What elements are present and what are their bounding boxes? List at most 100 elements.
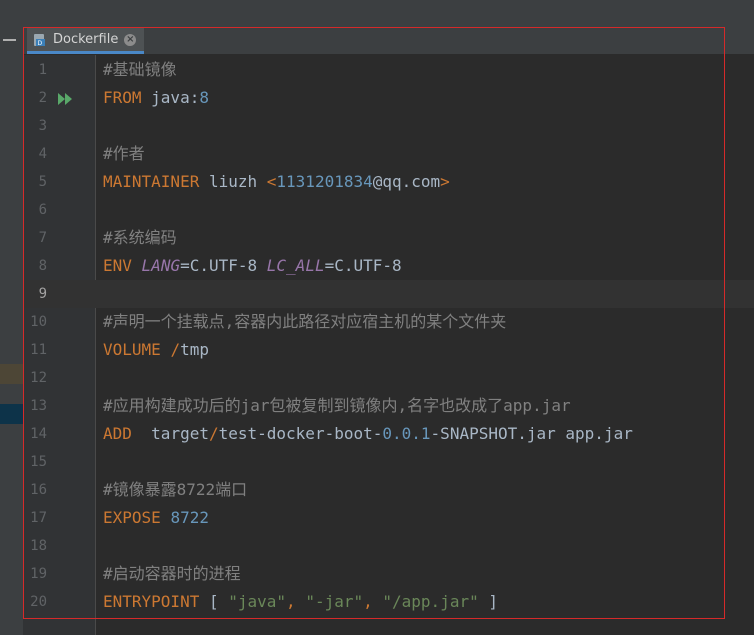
code-token: ENTRYPOINT <box>103 592 200 611</box>
line-number: 10 <box>30 314 47 330</box>
code-token: #镜像暴露8722端口 <box>103 480 248 499</box>
docker-file-icon: D <box>33 33 47 47</box>
tab-label: Dockerfile <box>53 32 119 47</box>
code-token: #作者 <box>103 144 145 163</box>
code-token: "java" <box>228 592 287 611</box>
code-token: #基础镜像 <box>103 60 177 79</box>
code-token: , <box>286 592 296 611</box>
code-line[interactable]: 7 #系统编码 <box>23 224 754 252</box>
code-line[interactable]: 11 VOLUME /tmp <box>23 336 754 364</box>
code-token: 0.0.1 <box>382 424 431 443</box>
code-text: #作者 <box>103 140 145 168</box>
code-token: LANG <box>141 256 181 275</box>
code-token: =C.UTF-8 <box>324 256 402 275</box>
code-token: 1131201834 <box>276 172 373 191</box>
code-token: @qq.com <box>372 172 441 191</box>
code-token: / <box>170 340 181 359</box>
code-line[interactable]: 9 <box>23 280 754 308</box>
code-line[interactable]: 19 #启动容器时的进程 <box>23 560 754 588</box>
line-number: 4 <box>38 146 47 162</box>
code-line[interactable]: 5 MAINTAINER liuzh <1131201834@qq.com> <box>23 168 754 196</box>
code-token: [ <box>199 592 229 611</box>
code-line[interactable]: 18 <box>23 532 754 560</box>
close-icon[interactable]: × <box>124 33 137 46</box>
code-text: #镜像暴露8722端口 <box>103 476 247 504</box>
code-text: #系统编码 <box>103 224 177 252</box>
line-number: 17 <box>30 510 47 526</box>
code-line[interactable]: 4 #作者 <box>23 140 754 168</box>
line-number: 11 <box>30 342 47 358</box>
code-token: / <box>208 424 219 443</box>
collapse-icon[interactable] <box>3 39 16 41</box>
code-token: ENV <box>103 256 132 275</box>
line-number: 1 <box>38 62 47 78</box>
code-token: MAINTAINER <box>103 172 200 191</box>
code-token: ] <box>478 592 498 611</box>
line-number: 19 <box>30 566 47 582</box>
code-text: MAINTAINER liuzh <1131201834@qq.com> <box>103 168 450 196</box>
code-line[interactable]: 8 ENV LANG=C.UTF-8 LC_ALL=C.UTF-8 <box>23 252 754 280</box>
line-number: 5 <box>38 174 47 190</box>
code-text: #应用构建成功后的jar包被复制到镜像内,名字也改成了app.jar <box>103 392 571 420</box>
code-line[interactable]: 10 #声明一个挂载点,容器内此路径对应宿主机的某个文件夹 <box>23 308 754 336</box>
panel-marker <box>0 364 23 384</box>
code-line[interactable]: 14 ADD target/test-docker-boot-0.0.1-SNAP… <box>23 420 754 448</box>
code-token: 8722 <box>170 508 209 527</box>
code-token: ADD <box>103 424 132 443</box>
line-number: 12 <box>30 370 47 386</box>
code-token: -SNAPSHOT.jar app.jar <box>430 424 633 443</box>
code-line[interactable]: 17 EXPOSE 8722 <box>23 504 754 532</box>
code-token: java: <box>141 88 200 107</box>
code-line[interactable]: 1 #基础镜像 <box>23 56 754 84</box>
code-text: ADD target/test-docker-boot-0.0.1-SNAPSH… <box>103 420 633 448</box>
code-editor[interactable]: 1 #基础镜像 2 FROM java:8 3 4 #作者 5 MAINTAINER liuzh… <box>23 55 754 635</box>
code-text: #启动容器时的进程 <box>103 560 241 588</box>
code-text: EXPOSE 8722 <box>103 504 209 532</box>
code-token: #启动容器时的进程 <box>103 564 241 583</box>
line-number: 8 <box>38 258 47 274</box>
code-line[interactable]: 13 #应用构建成功后的jar包被复制到镜像内,名字也改成了app.jar <box>23 392 754 420</box>
line-number: 9 <box>38 286 47 302</box>
code-token: tmp <box>180 340 209 359</box>
code-line[interactable]: 15 <box>23 448 754 476</box>
line-number: 20 <box>30 594 47 610</box>
code-line[interactable]: 20 ENTRYPOINT [ "java", "-jar", "/app.jar… <box>23 588 754 616</box>
code-token: , <box>363 592 373 611</box>
code-text: FROM java:8 <box>103 84 209 112</box>
run-icon[interactable] <box>57 91 75 105</box>
code-token: "/app.jar" <box>382 592 479 611</box>
code-token: liuzh <box>199 172 267 191</box>
code-line[interactable]: 3 <box>23 112 754 140</box>
editor-tab-bar: D Dockerfile × <box>23 28 754 55</box>
code-token: #声明一个挂载点,容器内此路径对应宿主机的某个文件夹 <box>103 312 507 331</box>
code-line[interactable]: 12 <box>23 364 754 392</box>
code-line[interactable]: 6 <box>23 196 754 224</box>
code-token: =C.UTF-8 <box>180 256 267 275</box>
code-line[interactable]: 16 #镜像暴露8722端口 <box>23 476 754 504</box>
toolbar-strip <box>0 0 754 28</box>
line-number: 15 <box>30 454 47 470</box>
code-token: > <box>440 172 450 191</box>
line-number: 3 <box>38 118 47 134</box>
line-number: 16 <box>30 482 47 498</box>
code-text: #声明一个挂载点,容器内此路径对应宿主机的某个文件夹 <box>103 308 506 336</box>
code-text: VOLUME /tmp <box>103 336 209 364</box>
panel-selection-marker <box>0 404 23 424</box>
code-token: LC_ALL <box>266 256 325 275</box>
code-line[interactable]: 2 FROM java:8 <box>23 84 754 112</box>
code-token: EXPOSE <box>103 508 161 527</box>
code-token: < <box>266 172 277 191</box>
line-number: 2 <box>38 90 47 106</box>
tab-dockerfile[interactable]: D Dockerfile × <box>27 28 145 54</box>
code-token: "-jar" <box>305 592 364 611</box>
svg-text:D: D <box>38 40 43 47</box>
line-number: 6 <box>38 202 47 218</box>
code-token: 8 <box>199 88 209 107</box>
code-text: ENV LANG=C.UTF-8 LC_ALL=C.UTF-8 <box>103 252 402 280</box>
code-token: test-docker-boot- <box>218 424 383 443</box>
